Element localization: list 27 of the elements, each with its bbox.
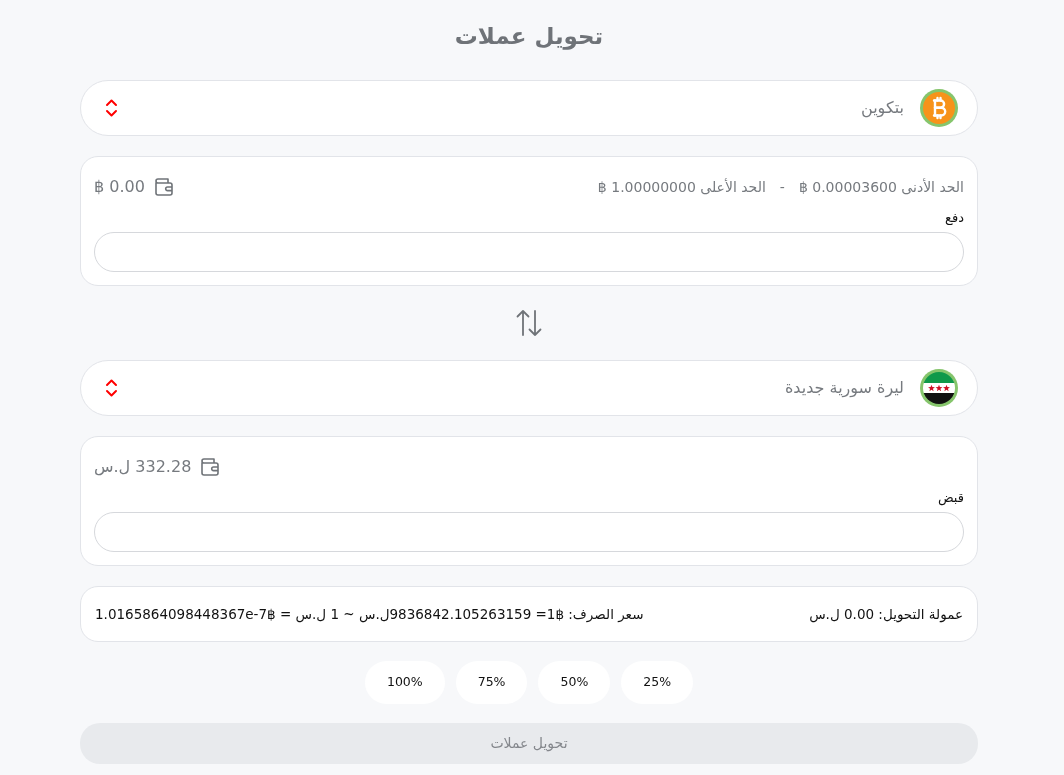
balance-text: 332.28 ل.س [94,456,192,478]
exchange-rate-text: سعر الصرف: ฿1= 9836842.105263159ل.س ~ 1 ل.س = ฿1.0165864098448367e-7 [95,604,644,625]
max-limit-text: الحد الأعلى 1.00000000 ฿ [597,177,766,197]
currency-name: بتكوين [861,97,904,120]
amount-input[interactable] [94,232,964,272]
bitcoin-coin-icon [920,89,958,127]
chevron-up-down-icon [105,378,118,398]
fee-text: عمولة التحويل: 0.00 ل.س [809,604,963,625]
swap-arrows-icon[interactable] [514,308,544,338]
page-title: تحويل عملات [453,22,605,52]
currency-name: ليرة سورية جديدة [784,377,904,400]
percent-button[interactable]: 50% [538,661,611,704]
currency-select[interactable]: ليرة سورية جديدة [80,360,978,416]
percent-button[interactable]: 25% [621,661,694,704]
balance-text: 0.00 ฿ [94,176,145,198]
percent-button[interactable]: 75% [455,661,528,704]
wallet-icon [152,177,174,197]
flag-icon [920,369,958,407]
percent-button[interactable]: 100% [364,661,445,704]
min-limit-text: الحد الأدنى 0.00003600 ฿ [798,177,964,197]
field-label: دفع [945,209,964,227]
amount-input[interactable] [94,512,964,552]
separator-text: - [779,177,785,197]
currency-select[interactable]: بتكوين [80,80,978,136]
wallet-icon [199,457,221,477]
chevron-up-down-icon [105,98,118,118]
field-label: قبض [937,489,964,507]
